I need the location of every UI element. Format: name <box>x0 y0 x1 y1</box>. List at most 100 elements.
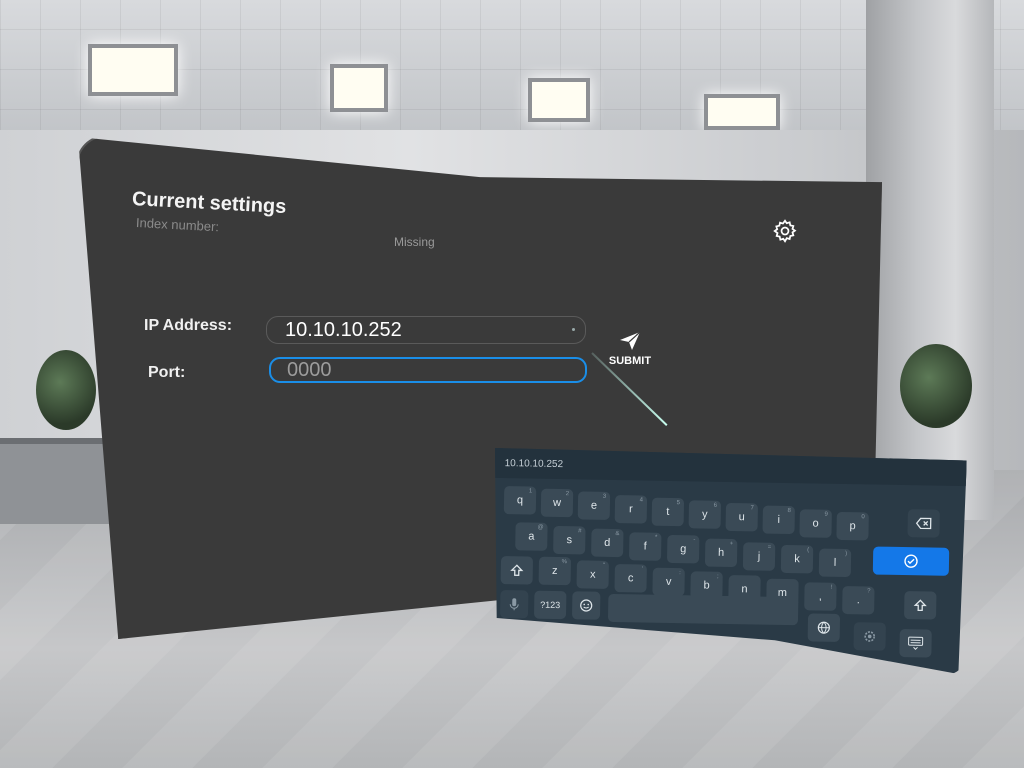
symbols-key[interactable]: ?123 <box>534 591 566 620</box>
key-label: h <box>717 546 725 559</box>
key-secondary-label: 9 <box>824 511 828 518</box>
key-secondary-label: ' <box>641 566 643 573</box>
emoji-key[interactable] <box>572 591 600 619</box>
key-label: q <box>516 494 524 507</box>
send-icon <box>620 331 641 350</box>
ceiling-light <box>330 64 388 112</box>
key-p[interactable]: p0 <box>836 512 868 541</box>
keyboard-hide-key[interactable] <box>899 629 931 658</box>
key-label: o <box>812 517 819 530</box>
key-label: p <box>849 519 856 533</box>
port-label: Port: <box>148 364 186 381</box>
key-label: v <box>665 575 672 588</box>
key-t[interactable]: t5 <box>652 497 684 526</box>
key-y[interactable]: y6 <box>689 500 721 529</box>
key-label: t <box>666 505 670 518</box>
key-d[interactable]: d & <box>591 529 623 558</box>
key-v[interactable]: v: <box>652 568 684 597</box>
key-j[interactable]: j = <box>743 542 775 571</box>
key-secondary-label: 3 <box>602 494 607 501</box>
key-g[interactable]: g- <box>667 535 699 564</box>
language-key[interactable] <box>808 613 840 642</box>
backspace-icon <box>916 517 932 529</box>
key-c[interactable]: c ' <box>614 564 646 593</box>
key-secondary-label: 0 <box>861 514 865 521</box>
key-w[interactable]: w2 <box>541 489 573 518</box>
key-secondary-label: ) <box>845 550 848 557</box>
key-secondary-label: ! <box>830 584 833 591</box>
key-secondary-label: 2 <box>565 491 570 498</box>
key-label: s <box>566 533 573 546</box>
shift-icon <box>510 563 524 577</box>
shift-key-right[interactable] <box>904 591 936 620</box>
key-label: a <box>528 530 535 543</box>
key-label: , <box>818 590 823 603</box>
key-secondary-label: + <box>729 541 734 548</box>
key-z[interactable]: z% <box>539 557 571 586</box>
key-secondary-label: 5 <box>676 499 681 506</box>
key-f[interactable]: f * <box>629 532 661 561</box>
key-secondary-label: # <box>578 527 582 535</box>
key-label: r <box>628 502 633 515</box>
key-q[interactable]: q1 <box>504 486 536 515</box>
key-secondary-label: & <box>615 531 620 538</box>
key-secondary-label: 8 <box>787 508 791 515</box>
key-secondary-label: : <box>679 570 681 577</box>
enter-key[interactable] <box>873 547 949 576</box>
key-r[interactable]: r4 <box>615 495 647 524</box>
key-i[interactable]: i8 <box>762 506 794 535</box>
keyboard-settings-key[interactable] <box>853 622 885 651</box>
key-label: z <box>551 564 558 578</box>
microphone-key[interactable] <box>500 590 528 618</box>
ip-address-dropdown[interactable]: 10.10.10.252 <box>266 316 586 344</box>
key-a[interactable]: a @ <box>515 522 547 551</box>
plant-right <box>900 344 972 428</box>
key-o[interactable]: o9 <box>799 509 831 538</box>
key-u[interactable]: u7 <box>726 503 758 532</box>
key-s[interactable]: s # <box>553 526 585 555</box>
key-period[interactable]: .? <box>842 586 874 615</box>
enter-check-icon <box>903 553 919 569</box>
key-l[interactable]: l) <box>819 548 851 577</box>
index-status: Missing <box>394 235 435 249</box>
port-input[interactable] <box>269 357 587 383</box>
key-k[interactable]: k( <box>781 545 813 574</box>
microphone-icon <box>509 597 519 611</box>
key-secondary-label: = <box>767 544 772 551</box>
key-secondary-label: ; <box>716 573 719 580</box>
key-secondary-label: % <box>561 559 568 566</box>
key-label: j <box>757 550 761 563</box>
ceiling-light <box>704 94 780 130</box>
shift-key-left[interactable] <box>501 556 533 585</box>
globe-icon <box>817 621 831 635</box>
plant-left <box>36 350 96 430</box>
key-label: c <box>627 572 634 585</box>
key-h[interactable]: h + <box>705 539 737 568</box>
dropdown-indicator-icon <box>572 328 575 331</box>
backspace-key[interactable] <box>907 509 939 538</box>
settings-icon <box>863 629 877 643</box>
key-comma[interactable]: ,! <box>804 582 836 611</box>
ceiling-light <box>528 78 590 122</box>
shift-icon <box>913 598 927 612</box>
key-x[interactable]: x " <box>576 560 608 589</box>
key-label: n <box>741 583 748 596</box>
key-secondary-label: - <box>693 537 696 544</box>
key-label: . <box>856 594 860 607</box>
key-label: d <box>604 537 611 550</box>
key-e[interactable]: e3 <box>578 492 610 521</box>
ip-address-value: 10.10.10.252 <box>285 318 402 341</box>
key-secondary-label: 4 <box>639 497 644 504</box>
key-label: f <box>643 540 647 553</box>
key-secondary-label: @ <box>537 524 544 531</box>
desk <box>0 438 110 524</box>
space-key[interactable] <box>608 594 798 625</box>
emoji-icon <box>579 598 593 612</box>
settings-button[interactable] <box>770 216 800 246</box>
ip-address-label: IP Address: <box>144 317 233 334</box>
submit-button[interactable]: SUBMIT <box>602 330 658 372</box>
key-secondary-label: ? <box>867 588 871 595</box>
keyboard-hide-icon <box>907 636 923 650</box>
room-pillar <box>866 0 994 520</box>
key-secondary-label: " <box>602 562 605 569</box>
